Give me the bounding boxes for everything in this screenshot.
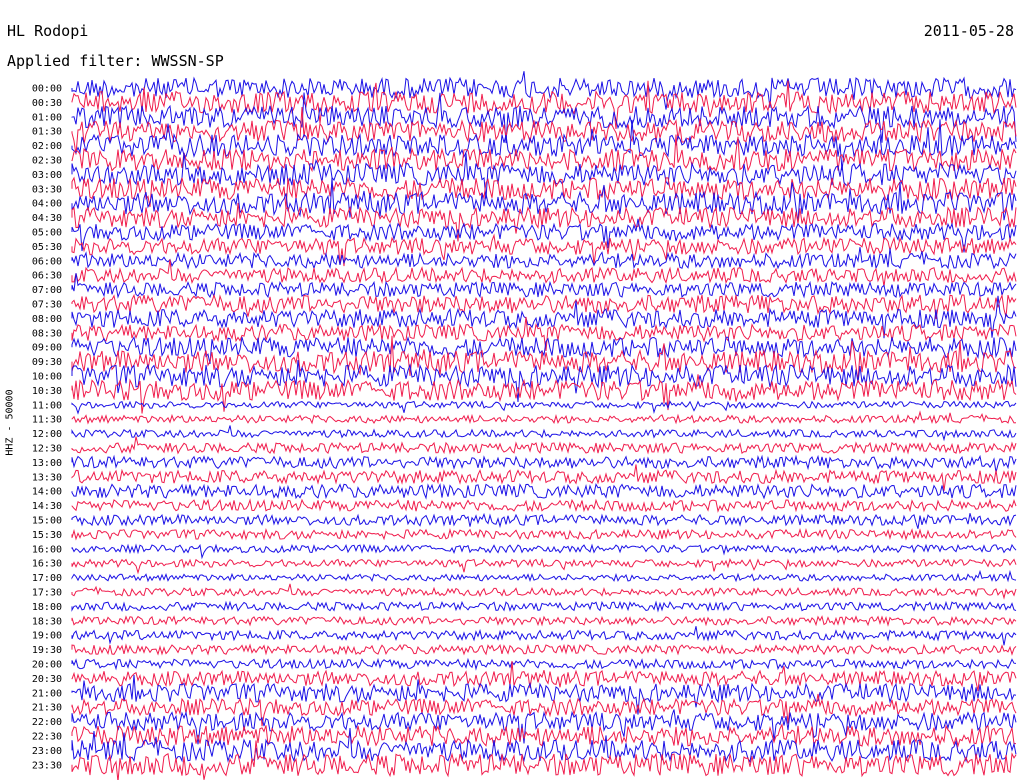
row-tick-label: 13:00 [32, 458, 62, 469]
seismic-trace-1300 [71, 454, 1017, 473]
row-tick-label: 00:00 [32, 84, 62, 95]
row-tick-label: 21:00 [32, 688, 62, 699]
seismic-trace-1830 [71, 615, 1017, 627]
seismic-trace-1200 [71, 425, 1017, 442]
row-tick-label: 21:30 [32, 703, 62, 714]
seismic-trace-1700 [71, 569, 1017, 583]
row-tick-label: 04:30 [32, 213, 62, 224]
row-tick-label: 22:30 [32, 732, 62, 743]
row-tick-label: 20:00 [32, 660, 62, 671]
row-tick-label: 03:00 [32, 170, 62, 181]
row-tick-label: 11:30 [32, 415, 62, 426]
row-tick-label: 02:00 [32, 141, 62, 152]
seismic-trace-0330 [71, 176, 1017, 209]
row-tick-label: 20:30 [32, 674, 62, 685]
seismic-trace-1130 [71, 410, 1017, 425]
row-tick-label: 09:00 [32, 343, 62, 354]
row-tick-label: 14:30 [32, 501, 62, 512]
row-tick-label: 08:30 [32, 328, 62, 339]
seismic-trace-1400 [71, 483, 1017, 500]
row-tick-label: 01:00 [32, 112, 62, 123]
seismic-trace-2130 [71, 693, 1017, 727]
row-tick-label: 06:00 [32, 256, 62, 267]
row-tick-label: 03:30 [32, 184, 62, 195]
row-tick-label: 07:00 [32, 285, 62, 296]
row-tick-label: 05:00 [32, 228, 62, 239]
row-tick-label: 15:30 [32, 530, 62, 541]
row-tick-label: 13:30 [32, 472, 62, 483]
row-tick-label: 18:30 [32, 616, 62, 627]
seismic-trace-1030 [71, 374, 1017, 414]
seismic-trace-1900 [71, 626, 1017, 646]
row-tick-label: 10:30 [32, 386, 62, 397]
row-tick-label: 23:30 [32, 760, 62, 771]
row-tick-label: 11:00 [32, 400, 62, 411]
seismic-trace-0430 [71, 202, 1017, 242]
row-tick-label: 23:00 [32, 746, 62, 757]
row-tick-label: 12:30 [32, 444, 62, 455]
seismic-trace-1630 [71, 558, 1017, 575]
tick-labels: 00:00 00:30 01:00 01:30 02:00 02:30 03:00 03:30… [32, 84, 62, 772]
seismic-trace-1100 [71, 400, 1017, 415]
row-tick-label: 12:00 [32, 429, 62, 440]
row-tick-label: 08:00 [32, 314, 62, 325]
seismic-trace-2000 [71, 657, 1017, 671]
row-tick-label: 06:30 [32, 271, 62, 282]
row-tick-label: 00:30 [32, 98, 62, 109]
row-tick-label: 19:30 [32, 645, 62, 656]
seismic-trace-1730 [71, 583, 1017, 600]
seismic-trace-0900 [71, 335, 1017, 365]
seismic-trace-1800 [71, 600, 1017, 613]
seismic-trace-0730 [71, 293, 1017, 320]
row-tick-label: 02:30 [32, 156, 62, 167]
seismic-trace-1330 [71, 464, 1017, 491]
seismic-trace-1530 [71, 527, 1017, 541]
seismic-trace-0000 [71, 71, 1017, 110]
row-tick-label: 16:00 [32, 544, 62, 555]
row-tick-label: 14:00 [32, 487, 62, 498]
row-tick-label: 04:00 [32, 199, 62, 210]
row-tick-label: 09:30 [32, 357, 62, 368]
seismic-trace-1930 [71, 643, 1017, 656]
row-tick-label: 18:00 [32, 602, 62, 613]
row-tick-label: 07:30 [32, 300, 62, 311]
trace-group [71, 71, 1017, 780]
row-tick-label: 16:30 [32, 559, 62, 570]
row-tick-label: 10:00 [32, 372, 62, 383]
row-tick-label: 22:00 [32, 717, 62, 728]
row-tick-label: 01:30 [32, 127, 62, 138]
row-tick-label: 17:30 [32, 588, 62, 599]
row-tick-label: 19:00 [32, 631, 62, 642]
seismic-trace-2030 [71, 660, 1017, 692]
seismic-trace-1430 [71, 498, 1017, 513]
helicorder-plot: 00:00 00:30 01:00 01:30 02:00 02:30 03:00 03:30… [32, 71, 1017, 780]
seismic-trace-1230 [71, 436, 1017, 455]
row-tick-label: 05:30 [32, 242, 62, 253]
row-tick-label: 17:00 [32, 573, 62, 584]
seismic-trace-1600 [71, 543, 1017, 560]
seismic-trace-1500 [71, 512, 1017, 529]
row-tick-label: 15:00 [32, 516, 62, 527]
